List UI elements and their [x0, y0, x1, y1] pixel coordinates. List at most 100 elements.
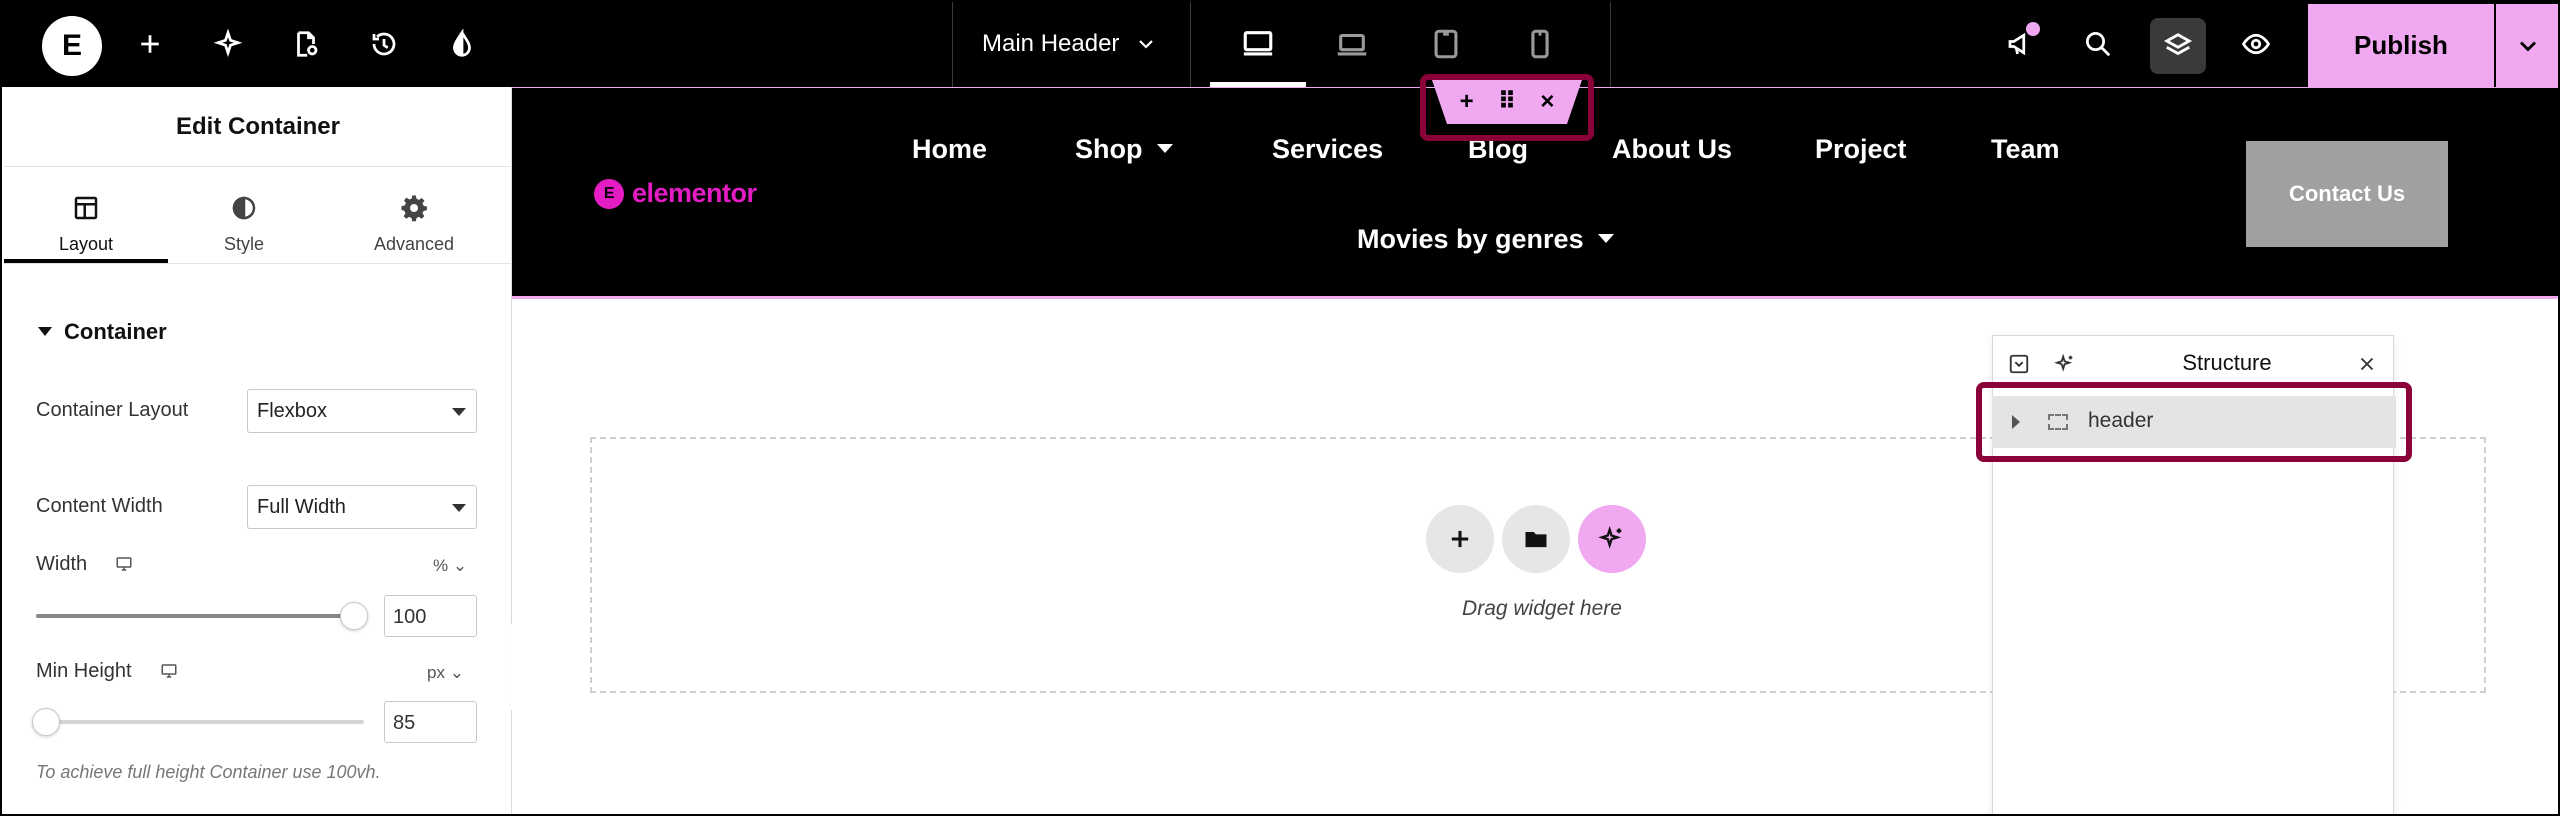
- tab-layout[interactable]: Layout: [4, 183, 168, 283]
- contact-us-button[interactable]: Contact Us: [2246, 141, 2448, 247]
- divider: [1610, 2, 1611, 87]
- section-toggle-container[interactable]: Container: [38, 319, 167, 345]
- droplet-icon: [453, 29, 471, 57]
- add-new-container-button[interactable]: [1426, 505, 1494, 573]
- structure-item-label: header: [2088, 409, 2154, 432]
- min-height-slider[interactable]: [32, 708, 364, 736]
- structure-title: Structure: [2182, 350, 2272, 375]
- tab-label: Advanced: [373, 234, 455, 254]
- site-settings-button[interactable]: [442, 24, 482, 64]
- nav-item-team[interactable]: Team: [1991, 134, 2060, 165]
- width-input[interactable]: 100: [384, 595, 477, 637]
- select-value: Full Width: [257, 496, 346, 518]
- content-width-select[interactable]: Full Width: [247, 485, 477, 529]
- gear-icon: [401, 195, 427, 222]
- slider-handle[interactable]: [340, 602, 368, 630]
- site-logo[interactable]: Eelementor: [594, 178, 757, 209]
- content-width-label: Content Width: [36, 495, 163, 517]
- layers-icon: [2163, 33, 2193, 56]
- page-settings-icon: [297, 31, 318, 57]
- dropdown-arrow-icon: [452, 408, 466, 416]
- chevron-down-icon: [2520, 41, 2536, 51]
- nav-label: Shop: [1075, 134, 1143, 164]
- laptop-icon: [1337, 33, 1367, 56]
- width-slider[interactable]: [36, 602, 368, 630]
- nav-item-services[interactable]: Services: [1272, 134, 1383, 165]
- container-handle: + ⠿ ×: [1432, 80, 1582, 124]
- eye-icon: [2241, 33, 2271, 55]
- tab-label: Layout: [58, 234, 114, 254]
- nav-item-movies-by-genres[interactable]: Movies by genres: [1357, 224, 1614, 255]
- nav-item-shop[interactable]: Shop: [1075, 134, 1173, 165]
- ai-generate-button[interactable]: [1578, 505, 1646, 573]
- structure-button[interactable]: [2150, 18, 2206, 74]
- editor-window: E Main Header Publish Edit Container Lay…: [0, 0, 2560, 816]
- nav-label: Movies by genres: [1357, 224, 1584, 254]
- select-value: Flexbox: [257, 400, 328, 422]
- caret-right-icon[interactable]: [2012, 415, 2020, 429]
- device-mobile-button[interactable]: [1518, 22, 1562, 66]
- slider-fill: [36, 614, 354, 618]
- sparkle-icon: [1598, 525, 1622, 549]
- nav-item-project[interactable]: Project: [1815, 134, 1907, 165]
- min-height-unit-selector[interactable]: px ⌄: [427, 663, 464, 683]
- device-desktop-button[interactable]: [1236, 22, 1280, 66]
- chevron-down-icon[interactable]: [1134, 32, 1158, 56]
- tab-style[interactable]: Style: [162, 183, 326, 283]
- panel-title: Edit Container: [175, 113, 340, 140]
- min-height-input[interactable]: 85: [384, 701, 477, 743]
- page-settings-button[interactable]: [286, 24, 326, 64]
- elementor-mark-icon: E: [594, 178, 624, 209]
- add-template-button[interactable]: [1502, 505, 1570, 573]
- structure-item-header[interactable]: header: [1992, 396, 2396, 448]
- caret-down-icon: [1597, 234, 1614, 244]
- tab-advanced[interactable]: Advanced: [332, 183, 496, 283]
- document-title[interactable]: Main Header: [982, 30, 1119, 58]
- min-height-hint: To achieve full height Container use 100…: [36, 762, 381, 782]
- divider: [1190, 2, 1191, 87]
- responsive-desktop-icon[interactable]: [159, 662, 179, 678]
- top-bar: E Main Header Publish: [2, 2, 2558, 87]
- unit-value: %: [433, 556, 449, 575]
- divider: [4, 166, 512, 167]
- container-layout-label: Container Layout: [36, 399, 189, 421]
- slider-handle[interactable]: [32, 708, 60, 736]
- nav-item-about-us[interactable]: About Us: [1612, 134, 1732, 165]
- container-icon: [2048, 414, 2068, 430]
- ai-button[interactable]: [208, 24, 248, 64]
- notification-dot: [2026, 22, 2040, 36]
- container-handle-highlight: + ⠿ ×: [1420, 74, 1594, 141]
- style-icon: [232, 196, 256, 220]
- mobile-icon: [1531, 29, 1549, 59]
- history-icon: [372, 32, 396, 56]
- search-button[interactable]: [2078, 24, 2118, 64]
- close-icon: [2360, 357, 2374, 371]
- add-container-icon[interactable]: +: [1460, 90, 1474, 114]
- desktop-icon: [1243, 31, 1273, 56]
- structure-item-highlight: header: [1976, 382, 2412, 462]
- search-icon: [2086, 32, 2111, 57]
- drag-handle-icon[interactable]: ⠿: [1498, 90, 1517, 114]
- responsive-desktop-icon[interactable]: [114, 555, 134, 571]
- publish-button[interactable]: Publish: [2308, 4, 2494, 87]
- preview-button[interactable]: [2236, 24, 2276, 64]
- device-tablet-button[interactable]: [1424, 22, 1468, 66]
- caret-down-icon: [1156, 144, 1173, 154]
- width-unit-selector[interactable]: % ⌄: [433, 556, 467, 576]
- editor-panel: Edit Container Layout Style Advanced Con…: [4, 87, 512, 814]
- divider: [952, 2, 953, 87]
- container-layout-select[interactable]: Flexbox: [247, 389, 477, 433]
- add-element-button[interactable]: [130, 24, 170, 64]
- close-icon[interactable]: ×: [1540, 90, 1554, 114]
- site-logo-text: elementor: [632, 178, 757, 208]
- elementor-logo-button[interactable]: E: [42, 16, 102, 76]
- publish-options-button[interactable]: [2494, 4, 2558, 87]
- section-title: Container: [64, 319, 167, 344]
- unit-value: px: [427, 663, 445, 682]
- width-label: Width: [36, 553, 88, 575]
- close-structure-button[interactable]: [2355, 352, 2379, 376]
- tablet-icon: [1434, 29, 1458, 59]
- history-button[interactable]: [364, 24, 404, 64]
- nav-item-home[interactable]: Home: [912, 134, 987, 165]
- device-laptop-button[interactable]: [1330, 22, 1374, 66]
